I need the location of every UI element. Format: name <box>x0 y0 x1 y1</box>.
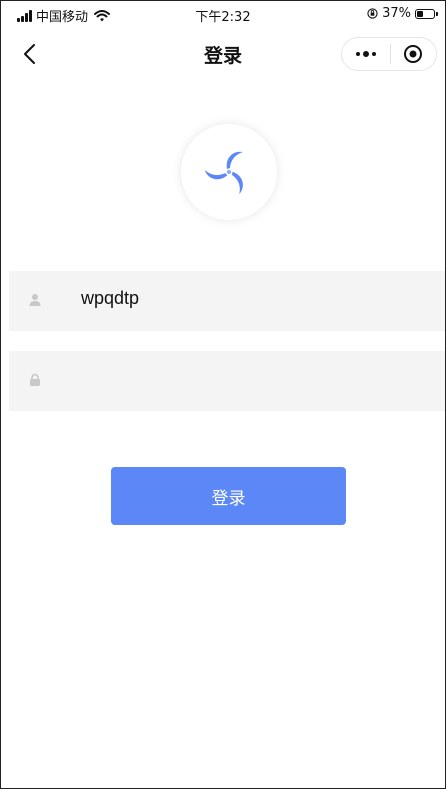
username-value: wpqdtp <box>81 288 140 308</box>
login-button[interactable]: 登录 <box>111 467 346 525</box>
password-field[interactable] <box>9 351 445 411</box>
close-button[interactable] <box>390 38 436 70</box>
more-dots-icon <box>355 51 376 57</box>
target-circle-icon <box>404 45 423 63</box>
status-right: 37% <box>367 6 438 21</box>
username-field[interactable]: wpqdtp <box>9 271 445 331</box>
user-icon <box>29 294 41 306</box>
battery-percent: 37% <box>382 6 411 21</box>
battery-fill <box>417 10 423 17</box>
status-bar: 中国移动 下午2:32 37% <box>1 1 445 27</box>
app-logo <box>181 124 277 220</box>
lock-icon <box>30 373 40 386</box>
battery-icon <box>415 8 438 19</box>
phone-frame: 中国移动 下午2:32 37% 登录 wpqdtp 登录 <box>0 0 446 789</box>
orientation-lock-icon <box>367 8 378 19</box>
more-button[interactable] <box>342 38 390 70</box>
mini-program-capsule <box>341 37 437 71</box>
navigation-bar: 登录 <box>1 27 445 81</box>
pinwheel-logo-icon <box>204 151 248 195</box>
